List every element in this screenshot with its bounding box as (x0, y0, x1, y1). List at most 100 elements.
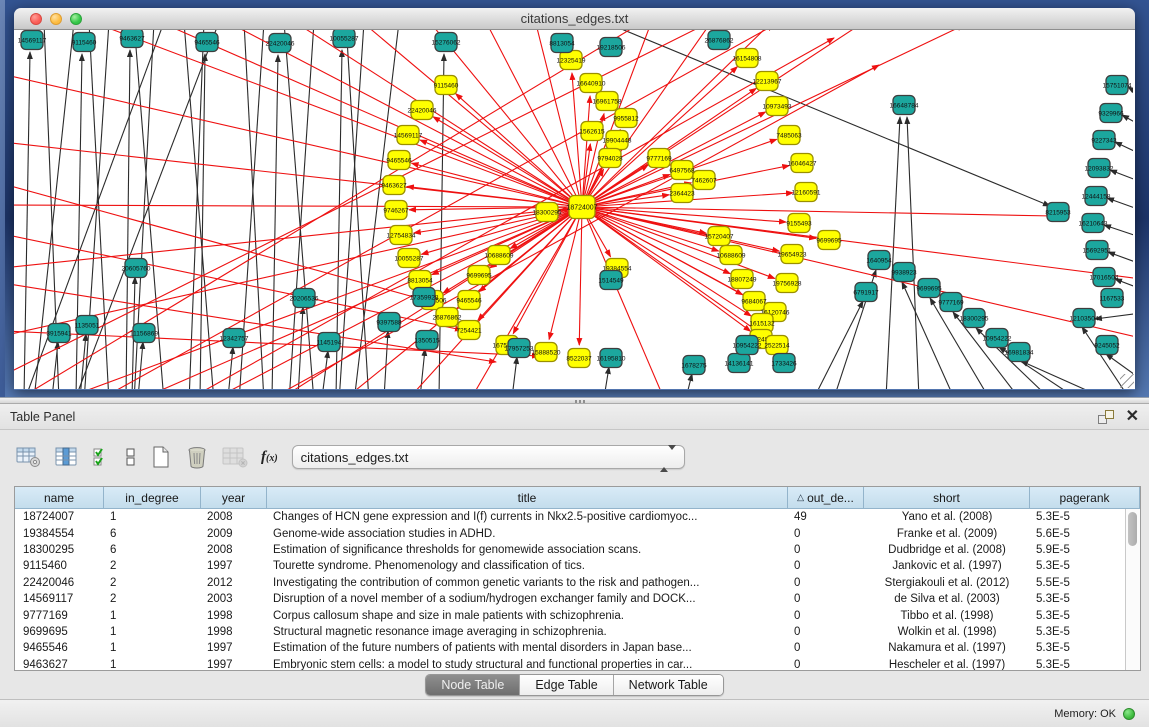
graph-node[interactable]: 17957253 (505, 339, 534, 358)
tab-node-table[interactable]: Node Table (426, 675, 520, 695)
graph-node[interactable]: 19218506 (597, 38, 626, 57)
table-scrollbar[interactable] (1125, 509, 1140, 670)
tab-edge-table[interactable]: Edge Table (520, 675, 613, 695)
graph-node[interactable]: 1167533 (1100, 289, 1125, 308)
graph-node[interactable]: 22420046 (408, 101, 437, 120)
graph-node[interactable]: 10973493 (763, 97, 792, 116)
graph-node[interactable]: 14569117 (18, 31, 47, 50)
graph-node[interactable]: 17016504 (1090, 268, 1119, 287)
graph-node[interactable]: 12342757 (220, 329, 249, 348)
graph-node[interactable]: 1350515 (414, 331, 440, 350)
graph-node[interactable]: 8813054 (407, 271, 433, 290)
float-panel-icon[interactable] (1098, 410, 1114, 424)
graph-node[interactable]: 2364423 (669, 184, 695, 203)
graph-node[interactable]: 10954222 (733, 336, 762, 355)
window-resize-grip[interactable] (1120, 374, 1134, 388)
graph-node[interactable]: 9699695 (466, 266, 492, 285)
graph-node[interactable]: 12444158 (1082, 187, 1111, 206)
graph-node[interactable]: 9329966 (1098, 104, 1124, 123)
graph-node[interactable]: 18300295 (533, 203, 562, 222)
graph-node[interactable]: 9938923 (891, 263, 917, 282)
graph-node[interactable]: 9465546 (194, 33, 220, 52)
graph-node[interactable]: 16154808 (733, 49, 762, 68)
graph-node[interactable]: 1678275 (681, 356, 707, 375)
table-scrollbar-thumb[interactable] (1128, 512, 1137, 546)
graph-node[interactable]: 18724007 (566, 196, 597, 219)
graph-node[interactable]: 1145194 (317, 333, 342, 352)
column-header-name[interactable]: name (15, 487, 104, 509)
graph-node[interactable]: 9245052 (1094, 336, 1120, 355)
graph-node[interactable]: 9777169 (938, 293, 964, 312)
graph-node[interactable]: 16981834 (1005, 343, 1034, 362)
table-row[interactable]: 1830029562008Estimation of significance … (15, 542, 1140, 558)
panel-splitter[interactable] (0, 397, 1149, 404)
table-row[interactable]: 911546021997Tourette syndrome. Phenomeno… (15, 558, 1140, 574)
graph-node[interactable]: 15888520 (532, 343, 561, 362)
graph-node[interactable]: 18807249 (728, 270, 757, 289)
graph-node[interactable]: 10055287 (395, 249, 424, 268)
graph-node[interactable]: 14569117 (394, 126, 423, 145)
graph-node[interactable]: 26876862 (433, 308, 462, 327)
graph-node[interactable]: 19904448 (603, 131, 632, 150)
table-row[interactable]: 969969511998Structural magnetic resonanc… (15, 624, 1140, 640)
network-window[interactable]: citations_edges.txt 12325419166409101696… (14, 8, 1135, 390)
graph-node[interactable]: 7254421 (456, 321, 482, 340)
table-settings-icon[interactable] (16, 446, 42, 468)
table-row[interactable]: 1938455462009Genome-wide association stu… (15, 525, 1140, 541)
close-panel-icon[interactable]: ✕ (1126, 410, 1139, 424)
graph-node[interactable]: 19654923 (778, 245, 807, 264)
graph-node[interactable]: 2522514 (764, 336, 790, 355)
graph-node[interactable]: 9115460 (72, 33, 97, 52)
graph-node[interactable]: 20605760 (122, 259, 151, 278)
graph-node[interactable]: 16640910 (577, 74, 606, 93)
graph-node[interactable]: 9777169 (646, 149, 672, 168)
graph-node[interactable]: 1640954 (866, 251, 892, 270)
graph-node[interactable]: 9397588 (376, 313, 402, 332)
graph-node[interactable]: 9955812 (613, 109, 639, 128)
graph-node[interactable]: 12160591 (792, 183, 821, 202)
graph-node[interactable]: 7462607 (691, 171, 717, 190)
network-canvas[interactable]: 1232541916640910169617589955812156261519… (14, 30, 1133, 389)
graph-node[interactable]: 12093832 (1085, 159, 1114, 178)
table-row[interactable]: 1872400712008Changes of HCN gene express… (15, 509, 1140, 525)
table-row[interactable]: 2242004622012Investigating the contribut… (15, 575, 1140, 591)
graph-node[interactable]: 8215953 (1045, 203, 1071, 222)
graph-node[interactable]: 15751074 (1103, 76, 1132, 95)
graph-node[interactable]: 14136141 (725, 354, 754, 373)
graph-node[interactable]: 10688609 (717, 246, 746, 265)
tab-network-table[interactable]: Network Table (614, 675, 723, 695)
graph-node[interactable]: 15720407 (705, 227, 734, 246)
graph-node[interactable]: 16195810 (597, 349, 626, 368)
graph-node[interactable]: 9115460 (434, 76, 459, 95)
graph-node[interactable]: 15692951 (1083, 241, 1112, 260)
graph-node[interactable]: 19756928 (773, 274, 802, 293)
graph-node[interactable]: 16210643 (1079, 214, 1108, 233)
graph-node[interactable]: 10055287 (330, 30, 359, 48)
graph-node[interactable]: 1562615 (579, 122, 605, 141)
memory-status-icon[interactable] (1123, 708, 1135, 720)
graph-node[interactable]: 6791917 (853, 283, 879, 302)
graph-node[interactable]: 22420046 (266, 34, 295, 53)
graph-node[interactable]: 18300295 (960, 309, 989, 328)
graph-node[interactable]: 1733426 (771, 354, 797, 373)
graph-node[interactable]: 26876862 (705, 31, 734, 50)
graph-node[interactable]: 12754834 (387, 226, 416, 245)
graph-node[interactable]: 16046427 (788, 154, 817, 173)
graph-node[interactable]: 8522037 (566, 349, 592, 368)
graph-node[interactable]: 1135051 (75, 316, 100, 335)
graph-node[interactable]: 9746267 (383, 201, 409, 220)
table-row[interactable]: 946362711997Embryonic stem cells: a mode… (15, 657, 1140, 670)
graph-node[interactable]: 9794028 (597, 149, 623, 168)
function-builder-icon[interactable]: f(x) (261, 449, 278, 466)
graph-node[interactable]: 8813054 (549, 34, 575, 53)
graph-node[interactable]: 9465546 (456, 291, 482, 310)
graph-node[interactable]: 9699695 (916, 279, 942, 298)
table-row[interactable]: 946554611997Estimation of the future num… (15, 640, 1140, 656)
graph-node[interactable]: 1514549 (598, 271, 624, 290)
graph-node[interactable]: 17359928 (410, 288, 439, 307)
column-header-in_degree[interactable]: in_degree (104, 487, 201, 509)
graph-node[interactable]: 9465546 (386, 151, 412, 170)
network-window-titlebar[interactable]: citations_edges.txt (14, 8, 1135, 30)
graph-node[interactable]: 9463627 (119, 30, 145, 48)
table-selector-dropdown[interactable]: citations_edges.txt (292, 445, 685, 469)
